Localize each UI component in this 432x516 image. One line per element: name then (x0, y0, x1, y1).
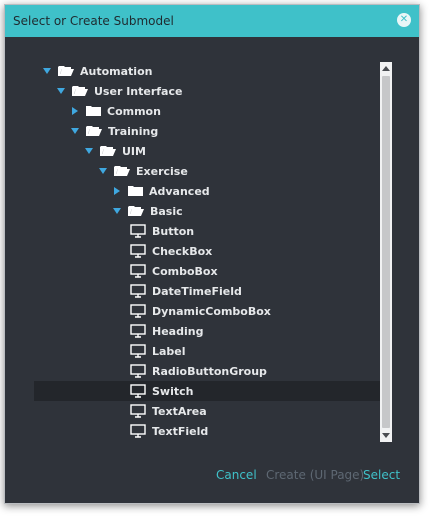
cancel-button[interactable]: Cancel (216, 468, 257, 482)
folder-closed-icon (128, 185, 143, 197)
tree-item-label: Advanced (149, 184, 210, 198)
tree-item-label: Training (108, 124, 159, 138)
tree-row[interactable]: TextField (34, 421, 381, 441)
tree-item-label: ComboBox (152, 264, 218, 278)
monitor-icon (130, 324, 146, 338)
tree-item-label: Common (107, 104, 161, 118)
tree-item-label: TextField (152, 424, 209, 438)
expand-arrow-down-icon[interactable] (112, 206, 122, 216)
monitor-icon (130, 264, 146, 278)
folder-closed-icon (86, 105, 101, 117)
tree-row[interactable]: Advanced (34, 181, 381, 201)
select-button[interactable]: Select (363, 468, 400, 482)
tree-row[interactable]: Exercise (34, 161, 381, 181)
tree-row[interactable]: Basic (34, 201, 381, 221)
monitor-icon (130, 304, 146, 318)
folder-open-icon (128, 205, 144, 217)
monitor-icon (130, 344, 146, 358)
folder-open-icon (58, 65, 74, 77)
tree-item-label: Automation (80, 64, 153, 78)
scroll-down-arrow-icon[interactable] (380, 430, 392, 442)
tree-item-label: Button (152, 224, 195, 238)
monitor-icon (130, 244, 146, 258)
tree-row[interactable]: ComboBox (34, 261, 381, 281)
tree-item-label: User Interface (94, 84, 183, 98)
tree-item-label: DateTimeField (152, 284, 242, 298)
expand-arrow-down-icon[interactable] (42, 66, 52, 76)
expand-arrow-right-icon[interactable] (112, 186, 122, 196)
submodel-dialog: Select or Create Submodel ✕ Automation Us… (4, 4, 420, 504)
monitor-icon (130, 284, 146, 298)
tree-item-label: Exercise (136, 164, 188, 178)
monitor-icon (130, 404, 146, 418)
tree-row[interactable]: User Interface (34, 81, 381, 101)
tree-item-label: Heading (152, 324, 204, 338)
folder-open-icon (100, 145, 116, 157)
dialog-title: Select or Create Submodel (13, 14, 174, 28)
tree-row[interactable]: CheckBox (34, 241, 381, 261)
tree-item-label: Basic (150, 204, 183, 218)
tree-row[interactable]: TextArea (34, 401, 381, 421)
expand-arrow-down-icon[interactable] (70, 126, 80, 136)
tree-row[interactable]: Switch (34, 381, 381, 401)
folder-open-icon (86, 125, 102, 137)
scrollbar-thumb[interactable] (382, 76, 390, 428)
tree-row[interactable]: DynamicComboBox (34, 301, 381, 321)
scroll-up-arrow-icon[interactable] (380, 62, 392, 74)
tree-item-label: RadioButtonGroup (152, 364, 267, 378)
tree-row[interactable]: DateTimeField (34, 281, 381, 301)
tree-item-label: CheckBox (152, 244, 213, 258)
monitor-icon (130, 384, 146, 398)
expand-arrow-down-icon[interactable] (56, 86, 66, 96)
expand-arrow-down-icon[interactable] (98, 166, 108, 176)
tree-item-label: TextArea (152, 404, 207, 418)
tree-row[interactable]: RadioButtonGroup (34, 361, 381, 381)
dialog-titlebar: Select or Create Submodel ✕ (5, 5, 419, 37)
tree-scrollbar[interactable] (380, 62, 392, 442)
tree-item-label: DynamicComboBox (152, 304, 271, 318)
tree-row[interactable]: Label (34, 341, 381, 361)
folder-open-icon (72, 85, 88, 97)
tree-row[interactable]: Button (34, 221, 381, 241)
expand-arrow-down-icon[interactable] (84, 146, 94, 156)
monitor-icon (130, 424, 146, 438)
tree-item-label: UIM (122, 144, 146, 158)
monitor-icon (130, 364, 146, 378)
expand-arrow-right-icon[interactable] (70, 106, 80, 116)
tree-item-label: Switch (152, 384, 194, 398)
tree-row[interactable]: Automation (34, 61, 381, 81)
close-icon[interactable]: ✕ (397, 13, 411, 27)
tree-row[interactable]: UIM (34, 141, 381, 161)
submodel-tree: Automation User Interface Common Training UI… (34, 61, 396, 443)
monitor-icon (130, 224, 146, 238)
tree-item-label: Label (152, 344, 186, 358)
create-ui-page-button: Create (UI Page) (266, 468, 365, 482)
tree-row[interactable]: Training (34, 121, 381, 141)
tree-row[interactable]: Common (34, 101, 381, 121)
tree-row[interactable]: Heading (34, 321, 381, 341)
folder-open-icon (114, 165, 130, 177)
